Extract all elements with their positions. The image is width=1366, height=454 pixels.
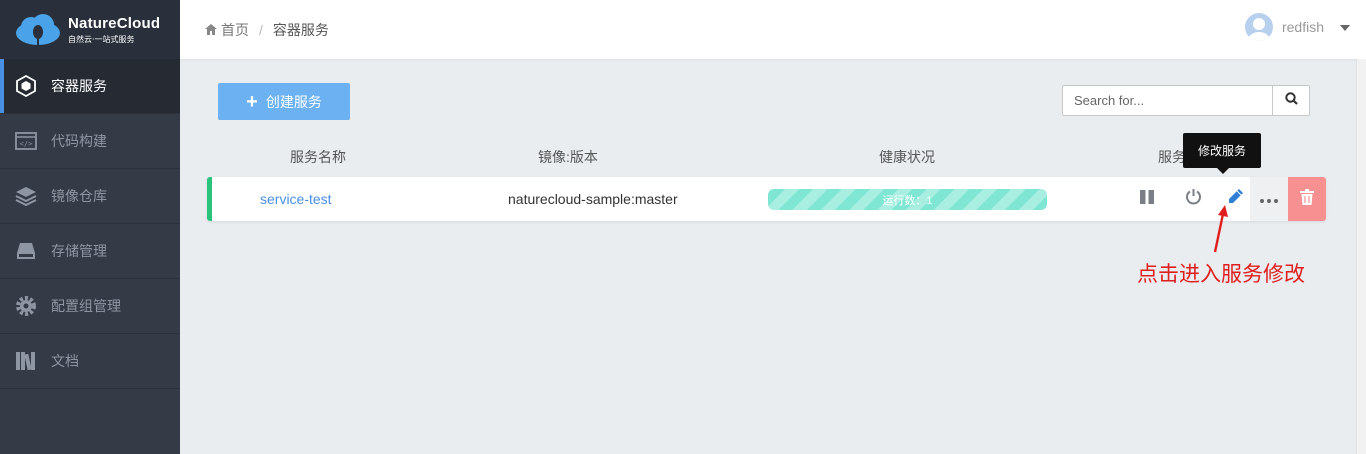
service-name-link[interactable]: service-test [260, 191, 332, 207]
svg-text:</>: </> [20, 140, 33, 148]
tooltip-text: 修改服务 [1197, 144, 1246, 158]
column-header-name: 服务名称 [290, 149, 346, 165]
sidebar-item-label: 镜像仓库 [51, 188, 107, 204]
avatar [1244, 13, 1273, 41]
code-icon: </> [14, 129, 38, 153]
top-bar: 首页 / 容器服务 redfish [180, 0, 1366, 59]
service-image-version: naturecloud-sample:master [508, 191, 678, 207]
annotation-arrow-icon [1213, 205, 1228, 253]
sidebar-item-label: 代码构建 [51, 133, 107, 149]
sidebar-item-label: 存储管理 [51, 243, 107, 259]
create-service-button[interactable]: + 创建服务 [218, 83, 350, 120]
layers-icon [14, 184, 38, 208]
search-button[interactable] [1272, 86, 1309, 115]
container-icon [14, 74, 38, 98]
breadcrumb: 首页 / 容器服务 [180, 20, 329, 40]
power-icon [1185, 188, 1202, 210]
home-icon [205, 22, 217, 38]
annotation-text: 点击进入服务修改 [1137, 262, 1305, 286]
column-header-actions: 服务 [1158, 149, 1186, 165]
pause-icon [1139, 189, 1155, 210]
breadcrumb-separator: / [259, 21, 263, 38]
storage-icon [14, 239, 38, 263]
search-icon [1284, 91, 1298, 110]
pencil-icon [1227, 188, 1244, 210]
sidebar-item-config-groups[interactable]: 配置组管理 [0, 279, 180, 334]
create-service-label: 创建服务 [265, 93, 322, 110]
search-box [1062, 85, 1310, 116]
scrollbar[interactable] [1356, 59, 1366, 454]
sidebar-item-label: 配置组管理 [51, 298, 121, 314]
sidebar-item-docs[interactable]: 文档 [0, 334, 180, 389]
sidebar-item-label: 文档 [51, 353, 79, 369]
column-header-health: 健康状况 [879, 149, 935, 165]
sidebar-item-containers[interactable]: 容器服务 [0, 59, 180, 114]
health-status-text: 运行数：1 [882, 194, 933, 207]
books-icon [14, 349, 38, 373]
edit-tooltip: 修改服务 [1183, 133, 1261, 174]
sidebar: NatureCloud 自然云·一站式服务 容器服务 </> 代码构建 镜像仓库… [0, 0, 180, 454]
trash-icon [1300, 188, 1314, 210]
health-status-bar: 运行数：1 [768, 189, 1047, 210]
table-row: service-test naturecloud-sample:master 运… [207, 177, 1326, 221]
logo-subtitle: 自然云·一站式服务 [68, 34, 135, 44]
sidebar-item-code-build[interactable]: </> 代码构建 [0, 114, 180, 169]
sidebar-item-label: 容器服务 [51, 78, 107, 94]
more-actions-button[interactable] [1250, 177, 1288, 221]
breadcrumb-home-link[interactable]: 首页 [221, 20, 249, 40]
username: redfish [1281, 19, 1324, 35]
user-menu[interactable]: redfish [1244, 13, 1350, 41]
ellipsis-icon [1260, 190, 1278, 208]
breadcrumb-current: 容器服务 [272, 21, 329, 38]
gear-icon [14, 294, 38, 318]
logo-title: NatureCloud [68, 14, 161, 32]
power-button[interactable] [1180, 177, 1206, 221]
plus-icon: + [246, 90, 258, 113]
search-input[interactable] [1063, 86, 1272, 115]
cloud-logo-icon [14, 13, 62, 46]
column-header-image: 镜像:版本 [538, 149, 598, 165]
chevron-down-icon [1340, 18, 1350, 36]
pause-button[interactable] [1134, 177, 1160, 221]
logo[interactable]: NatureCloud 自然云·一站式服务 [0, 0, 180, 59]
delete-button[interactable] [1288, 177, 1326, 221]
sidebar-item-storage[interactable]: 存储管理 [0, 224, 180, 279]
sidebar-item-image-repo[interactable]: 镜像仓库 [0, 169, 180, 224]
